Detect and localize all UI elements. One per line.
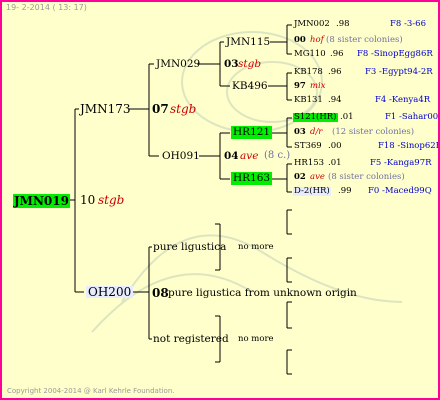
g4-r1-val: .98 (336, 19, 350, 29)
g4-r7-val: .01 (340, 112, 354, 122)
dam-id[interactable]: OH200 (86, 286, 134, 298)
dd-id[interactable]: not registered (153, 334, 229, 345)
g4-r8-sis: (12 sister colonies) (332, 127, 415, 137)
sds-id[interactable]: HR121 (231, 126, 273, 139)
g4-r6-val: .94 (328, 95, 342, 105)
g4-r8-note: d/r (310, 127, 323, 137)
timestamp-header: 19- 2-2014 ( 13: 17) (6, 3, 87, 12)
sire-id[interactable]: JMN173 (80, 103, 131, 115)
g4-r12-val: .99 (338, 186, 352, 196)
sd-extra: (8 c.) (264, 150, 291, 161)
sd-id[interactable]: OH091 (162, 151, 200, 162)
g4-r2-note: hof (310, 35, 324, 45)
ssd-id[interactable]: KB496 (232, 81, 268, 92)
g4-r5-note: mix (310, 81, 326, 91)
root-num: 10 (80, 193, 96, 207)
g4-r9-info: F18 -Sinop62R (378, 141, 440, 151)
sire-num: 07 (152, 102, 169, 116)
g4-r2-num: 00 (294, 35, 306, 45)
g4-r9-val: .00 (328, 141, 342, 151)
g4-r4-id[interactable]: KB178 (294, 68, 323, 77)
sdd-id[interactable]: HR163 (231, 172, 273, 185)
g4-r1-id[interactable]: JMN002 (294, 20, 330, 29)
ss-note: stgb (238, 58, 262, 70)
dam-text: pure ligustica from unknown origin (168, 287, 357, 299)
g4-r10-info: F5 -Kanga97R (370, 158, 432, 168)
g4-r7-info: F1 -Sahar00Q (385, 112, 440, 122)
root-id[interactable]: JMN019 (13, 194, 70, 208)
g4-r11-note: ave (310, 172, 325, 182)
g4-r2-sis: (8 sister colonies) (326, 35, 403, 45)
g4-r3-val: .96 (330, 49, 344, 59)
pedigree-chart: 19- 2-2014 ( 13: 17) JMN019 10 stgb JMN1… (0, 0, 440, 400)
g4-r11-sis: (8 sister colonies) (328, 172, 405, 182)
sd-note: ave (240, 150, 259, 162)
ds-id[interactable]: pure ligustica (153, 242, 226, 253)
g4-r10-id[interactable]: HR153 (294, 159, 324, 168)
g4-r8-num: 03 (294, 127, 306, 137)
g4-r6-info: F4 -Kenya4R (375, 95, 431, 105)
g4-r12-info: F0 -Maced99Q (368, 186, 432, 196)
g4-r4-info: F3 -Egypt94-2R (365, 67, 433, 77)
g4-r12-id[interactable]: D-2(HR) (293, 187, 331, 196)
g4-r10-val: .01 (328, 158, 342, 168)
g4-r6-id[interactable]: KB131 (294, 96, 323, 105)
root-note: stgb (98, 193, 125, 207)
dd-nomore: no more (238, 334, 274, 344)
g4-r3-id[interactable]: MG110 (294, 50, 326, 59)
g4-r4-val: .96 (328, 67, 342, 77)
ss-id[interactable]: JMN029 (156, 59, 200, 70)
copyright-footer: Copyright 2004-2014 @ Karl Kehrle Founda… (7, 387, 175, 395)
sss-id[interactable]: JMN115 (226, 37, 270, 48)
dam-num: 08 (152, 286, 169, 300)
g4-r9-id[interactable]: ST369 (294, 142, 322, 151)
g4-r3-info: F8 -SinopEgg86R (357, 49, 433, 59)
g4-r11-num: 02 (294, 172, 306, 182)
g4-r1-info: F8 -3-66 (390, 19, 426, 29)
ss-num: 03 (224, 58, 239, 70)
ds-nomore: no more (238, 242, 274, 252)
g4-r5-num: 97 (294, 81, 306, 91)
sire-note: stgb (170, 102, 197, 116)
g4-r7-id[interactable]: S121(HR) (293, 113, 338, 122)
sd-num: 04 (224, 150, 239, 162)
